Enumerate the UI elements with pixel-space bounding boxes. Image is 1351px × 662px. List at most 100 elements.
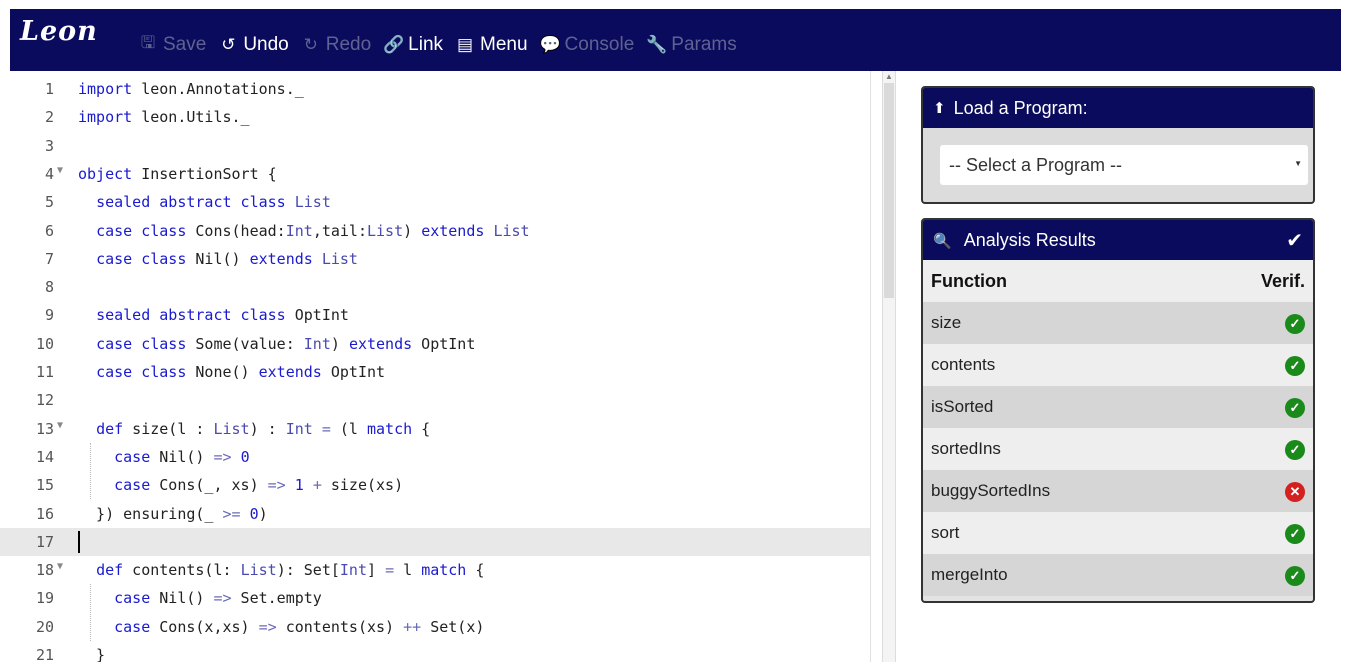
code-line[interactable]: 4 ▼ object InsertionSort { (0, 160, 870, 188)
verified-check-icon: ✓ (1285, 397, 1305, 418)
error-x-icon: ✕ (1285, 481, 1305, 502)
function-name: mergeInto (923, 554, 1253, 596)
function-name: isSorted (923, 386, 1253, 428)
circle-up-arrow-icon: ⬆ (933, 100, 946, 117)
console-button[interactable]: 💬 Console (540, 34, 635, 56)
code-line[interactable]: 21 } (0, 641, 870, 662)
line-number: 6 (44, 221, 54, 240)
load-program-panel: ⬆ Load a Program: -- Select a Program --… (921, 86, 1315, 204)
verification-status: ✓ (1252, 554, 1313, 596)
menu-label: Menu (480, 33, 528, 55)
checkmark-icon: ✔ (1286, 229, 1303, 252)
code-line[interactable]: 15 case Cons(_, xs) => 1 + size(xs) (0, 471, 870, 499)
verification-status: ✓ (1252, 512, 1313, 554)
table-row[interactable]: mergeInto ✓ (923, 554, 1313, 596)
link-icon: 🔗 (383, 34, 405, 54)
params-button[interactable]: 🔧 Params (646, 34, 736, 56)
code-text: import leon.Annotations._ (78, 80, 304, 98)
fold-toggle-icon[interactable]: ▼ (57, 165, 63, 176)
program-select-value: -- Select a Program -- (949, 154, 1123, 175)
link-label: Link (408, 33, 444, 55)
verification-status: ✓ (1252, 302, 1313, 344)
code-line[interactable]: 2 import leon.Utils._ (0, 103, 870, 131)
code-text: }) ensuring(_ >= 0) (78, 504, 268, 523)
analysis-results-header: 🔍 Analysis Results ✔ (923, 220, 1313, 260)
table-row[interactable]: buggySortedIns ✕ (923, 470, 1313, 512)
app-logo[interactable]: Leon (20, 16, 98, 47)
code-line[interactable]: 8 (0, 273, 870, 301)
scroll-up-arrow-icon[interactable]: ▲ (885, 72, 893, 81)
scrollbar-thumb[interactable] (884, 83, 894, 298)
code-text: import leon.Utils._ (78, 108, 250, 127)
editor-scrollbar[interactable]: ▲ (882, 71, 896, 662)
table-row[interactable]: isSorted ✓ (923, 386, 1313, 428)
analysis-results-title: Analysis Results (963, 229, 1096, 250)
line-number: 12 (35, 391, 54, 410)
code-editor[interactable]: 1 import leon.Annotations._ 2 import leon.U… (0, 71, 882, 662)
verification-status: ✓ (1252, 386, 1313, 428)
code-line[interactable]: 14 case Nil() => 0 (0, 443, 870, 471)
table-row[interactable]: sort ✓ (923, 512, 1313, 554)
save-button[interactable]: 🖫 Save (138, 30, 207, 59)
code-line[interactable]: 11 case class None() extends OptInt (0, 358, 870, 386)
code-text: } (78, 646, 106, 662)
save-icon: 🖫 (140, 33, 156, 52)
fold-toggle-icon[interactable]: ▼ (57, 561, 63, 572)
indent-guide (90, 584, 91, 641)
code-line[interactable]: 18 ▼ def contents(l: List): Set[Int] = l … (0, 556, 870, 584)
code-line[interactable]: 7 case class Nil() extends List (0, 245, 870, 273)
line-number: 17 (35, 532, 54, 551)
code-line[interactable]: 3 (0, 132, 870, 160)
code-line[interactable]: 16 }) ensuring(_ >= 0) (0, 500, 870, 528)
console-label: Console (564, 33, 635, 55)
load-program-header: ⬆ Load a Program: (923, 88, 1313, 128)
code-line[interactable]: 12 (0, 386, 870, 414)
code-text: def contents(l: List): Set[Int] = l matc… (96, 561, 485, 580)
toolbar: 🖫 Save ↺ Undo ↻ Redo 🔗 Link ▤ Menu 💬 Console 🔧 Params (138, 30, 749, 59)
code-text: case class Some(value: Int) extends OptI… (96, 334, 476, 353)
redo-button[interactable]: ↻ Redo (301, 34, 372, 56)
code-text: case class Cons(head:Int,tail:List) exte… (96, 221, 530, 240)
undo-button[interactable]: ↺ Undo (218, 33, 289, 56)
table-row[interactable]: size ✓ (923, 302, 1313, 344)
line-number: 8 (44, 278, 54, 297)
code-text: case Nil() => Set.empty (114, 589, 322, 608)
link-button[interactable]: 🔗 Link (383, 34, 443, 56)
menu-button[interactable]: ▤ Menu (455, 34, 528, 56)
code-line[interactable]: 17 (0, 527, 870, 556)
line-number: 14 (35, 447, 54, 466)
code-line[interactable]: 19 case Nil() => Set.empty (0, 584, 870, 612)
code-line[interactable]: 13 ▼ def size(l : List) : Int = (l match … (0, 415, 870, 443)
program-select[interactable]: -- Select a Program -- ▼ (940, 145, 1308, 185)
code-line[interactable]: 20 case Cons(x,xs) => contents(xs) ++ Se… (0, 613, 870, 641)
verified-check-icon: ✓ (1285, 313, 1305, 334)
verification-status: ✓ (1252, 344, 1313, 386)
line-number: 3 (44, 136, 54, 155)
menu-icon: ▤ (456, 34, 474, 54)
text-cursor (78, 530, 80, 553)
code-line[interactable]: 9 sealed abstract class OptInt (0, 301, 870, 329)
redo-icon: ↻ (303, 34, 318, 54)
fold-toggle-icon[interactable]: ▼ (57, 420, 63, 431)
params-label: Params (671, 33, 737, 55)
undo-label: Undo (243, 33, 289, 55)
search-icon: 🔍 (933, 232, 952, 250)
code-line[interactable]: 10 case class Some(value: Int) extends O… (0, 330, 870, 358)
console-icon: 💬 (539, 34, 561, 54)
line-number: 2 (44, 108, 54, 127)
line-number: 13 (35, 419, 54, 438)
line-number: 21 (35, 646, 54, 662)
line-number: 19 (35, 589, 54, 608)
code-line[interactable]: 1 import leon.Annotations._ (0, 75, 870, 103)
line-number: 10 (35, 334, 54, 353)
results-table: Function Verif. size ✓ contents ✓ isSorted ✓ s… (923, 260, 1313, 596)
table-row[interactable]: sortedIns ✓ (923, 428, 1313, 470)
column-header-function: Function (923, 260, 1253, 302)
code-line[interactable]: 5 sealed abstract class List (0, 188, 870, 216)
code-text: case Cons(_, xs) => 1 + size(xs) (114, 476, 404, 495)
code-line[interactable]: 6 case class Cons(head:Int,tail:List) ex… (0, 217, 870, 245)
verified-check-icon: ✓ (1285, 439, 1305, 460)
top-bar: Leon 🖫 Save ↺ Undo ↻ Redo 🔗 Link ▤ Menu 💬 Console 🔧 P… (0, 0, 1351, 76)
table-row[interactable]: contents ✓ (923, 344, 1313, 386)
line-number: 20 (35, 617, 54, 636)
